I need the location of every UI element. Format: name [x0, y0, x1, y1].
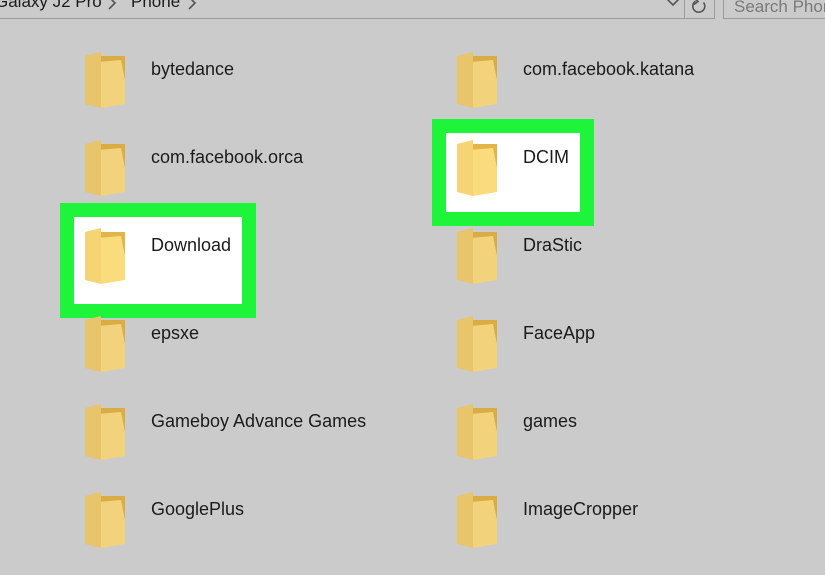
folder-icon [457, 228, 497, 284]
folder-name: com.facebook.katana [523, 59, 695, 79]
refresh-icon [691, 0, 706, 14]
folder-icon [85, 140, 125, 196]
chevron-down-icon[interactable] [664, 0, 682, 12]
folder-name: FaceApp [523, 323, 596, 343]
folder-icon [85, 52, 125, 108]
address-bar: Galaxy J2 Pro Phone [0, 0, 825, 19]
refresh-button[interactable] [685, 0, 715, 19]
folder-name: DCIM [523, 147, 569, 167]
breadcrumb[interactable]: Galaxy J2 Pro Phone [0, 0, 685, 19]
folder-name: com.facebook.orca [151, 147, 304, 167]
folder-imagecropper[interactable]: ImageCropper [457, 492, 787, 564]
folder-icon [85, 228, 125, 284]
folder-dcim[interactable]: DCIM [457, 140, 787, 212]
folder-download[interactable]: Download [85, 228, 415, 300]
folder-icon [457, 52, 497, 108]
search-box[interactable] [723, 0, 825, 19]
folder-name: Download [151, 235, 232, 255]
folder-drastic[interactable]: DraStic [457, 228, 787, 300]
folder-name: bytedance [151, 59, 235, 79]
folder-icon [457, 492, 497, 548]
folder-icon [457, 316, 497, 372]
folder-icon [85, 404, 125, 460]
breadcrumb-device[interactable]: Galaxy J2 Pro [0, 0, 102, 12]
folder-icon [85, 492, 125, 548]
folder-epsxe[interactable]: epsxe [85, 316, 415, 388]
folder-name: Gameboy Advance Games [151, 411, 367, 431]
folder-com-facebook-orca[interactable]: com.facebook.orca [85, 140, 415, 212]
folder-icon [457, 140, 497, 196]
chevron-right-icon[interactable] [105, 0, 119, 12]
folder-icon [85, 316, 125, 372]
folder-name: DraStic [523, 235, 583, 255]
search-input[interactable] [734, 0, 825, 17]
folder-icon [457, 404, 497, 460]
folder-name: ImageCropper [523, 499, 639, 519]
breadcrumb-location[interactable]: Phone [131, 0, 180, 12]
folder-name: GooglePlus [151, 499, 245, 519]
folder-name: epsxe [151, 323, 200, 343]
folder-name: games [523, 411, 578, 431]
folder-com-facebook-katana[interactable]: com.facebook.katana [457, 52, 787, 124]
folder-games[interactable]: games [457, 404, 787, 476]
chevron-right-icon[interactable] [185, 0, 199, 12]
folder-faceapp[interactable]: FaceApp [457, 316, 787, 388]
folder-gameboy-advance-games[interactable]: Gameboy Advance Games [85, 404, 415, 476]
folder-googleplus[interactable]: GooglePlus [85, 492, 415, 564]
folder-bytedance[interactable]: bytedance [85, 52, 415, 124]
